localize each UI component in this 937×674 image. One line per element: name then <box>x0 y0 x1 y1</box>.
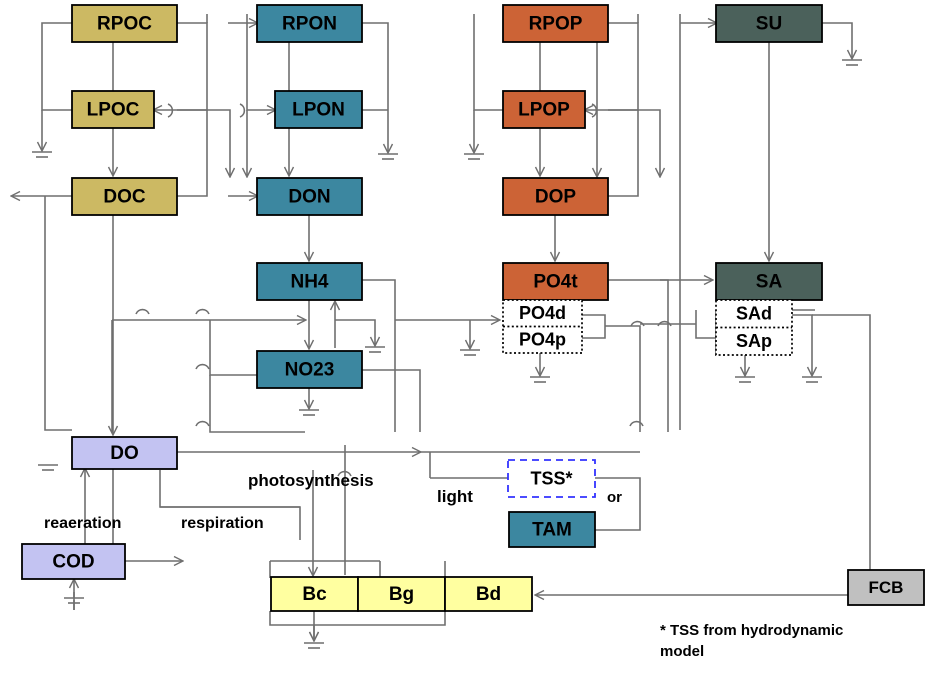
node-dop[interactable]: DOP <box>502 177 609 216</box>
subnode-label-po4p: PO4p <box>519 330 566 350</box>
node-label: TSS* <box>530 468 572 488</box>
node-label: LPON <box>292 100 345 121</box>
node-tss[interactable]: TSS* <box>507 459 596 498</box>
node-tam[interactable]: TAM <box>508 511 596 548</box>
node-label: SA <box>756 272 783 293</box>
node-label: NH4 <box>290 272 328 293</box>
node-lpoc[interactable]: LPOC <box>71 90 155 129</box>
node-sadp[interactable]: SAd SAp <box>715 299 793 356</box>
node-label: DOC <box>103 187 146 208</box>
node-rpop[interactable]: RPOP <box>502 4 609 43</box>
node-label: LPOP <box>518 100 570 121</box>
node-bc[interactable]: Bc <box>270 576 359 612</box>
flow-label-reaeration: reaeration <box>44 515 121 532</box>
ground-symbol <box>530 376 550 383</box>
node-po4t[interactable]: PO4t <box>502 262 609 301</box>
node-label: LPOC <box>87 100 140 121</box>
node-sa[interactable]: SA <box>715 262 823 301</box>
node-po4dp[interactable]: PO4d PO4p <box>502 299 583 354</box>
ground-symbol <box>460 349 480 356</box>
node-bd[interactable]: Bd <box>444 576 533 612</box>
flow-label-or: or <box>607 489 622 506</box>
footnote-line2: model <box>660 643 704 660</box>
node-lpop[interactable]: LPOP <box>502 90 586 129</box>
node-label: DOP <box>535 187 577 208</box>
node-label: RPOC <box>97 14 152 35</box>
phosphorus-connectors <box>395 14 669 432</box>
ground-symbol <box>299 409 319 416</box>
node-label: FCB <box>869 578 904 597</box>
subnode-label-po4d: PO4d <box>519 303 566 323</box>
ground-symbol <box>32 151 52 158</box>
node-label: TAM <box>532 520 572 541</box>
node-label: DON <box>288 187 330 208</box>
ground-symbol <box>38 464 58 471</box>
ground-symbol <box>464 153 484 160</box>
flow-label-respiration: respiration <box>181 515 264 532</box>
node-label: Bd <box>476 584 501 605</box>
node-rpoc[interactable]: RPOC <box>71 4 178 43</box>
node-label: Bg <box>389 584 414 605</box>
node-no23[interactable]: NO23 <box>256 350 363 389</box>
flow-label-photosynthesis: photosynthesis <box>248 471 374 490</box>
node-doc[interactable]: DOC <box>71 177 178 216</box>
node-label: Bc <box>302 584 327 605</box>
ground-symbol <box>842 59 862 66</box>
node-su[interactable]: SU <box>715 4 823 43</box>
node-label: RPOP <box>529 14 583 35</box>
node-fcb[interactable]: FCB <box>847 569 925 606</box>
ground-symbol <box>735 376 755 383</box>
process-flow-diagram: RPOC LPOC DOC RPON LPON DON NH4 NO23 RPOP LPOP DOP… <box>0 0 937 674</box>
subnode-label-sap: SAp <box>736 331 772 351</box>
footnote-line1: * TSS from hydrodynamic <box>660 622 843 639</box>
node-nh4[interactable]: NH4 <box>256 262 363 301</box>
silica-connectors <box>536 14 871 595</box>
ground-symbol <box>378 153 398 160</box>
node-lpon[interactable]: LPON <box>274 90 363 129</box>
node-label: RPON <box>282 14 337 35</box>
ground-symbol <box>365 346 385 353</box>
node-label: PO4t <box>533 272 578 293</box>
node-cod[interactable]: COD <box>21 543 126 580</box>
node-layer: RPOCLPOCDOCRPONLPONDONNH4NO23RPOPLPOPDOP… <box>21 4 925 612</box>
flow-label-light: light <box>437 487 473 506</box>
node-bg[interactable]: Bg <box>357 576 446 612</box>
ground-symbol <box>304 642 324 649</box>
node-don[interactable]: DON <box>256 177 363 216</box>
node-label: DO <box>110 443 139 464</box>
subnode-label-sad: SAd <box>736 304 772 324</box>
node-label: NO23 <box>285 360 335 381</box>
node-do[interactable]: DO <box>71 436 178 470</box>
node-label: SU <box>756 14 782 35</box>
carbon-connectors <box>12 14 230 434</box>
node-rpon[interactable]: RPON <box>256 4 363 43</box>
diagram-canvas: RPOCLPOCDOCRPONLPONDONNH4NO23RPOPLPOPDOP… <box>0 4 925 660</box>
node-label: COD <box>52 552 94 573</box>
ground-symbol <box>802 376 822 383</box>
